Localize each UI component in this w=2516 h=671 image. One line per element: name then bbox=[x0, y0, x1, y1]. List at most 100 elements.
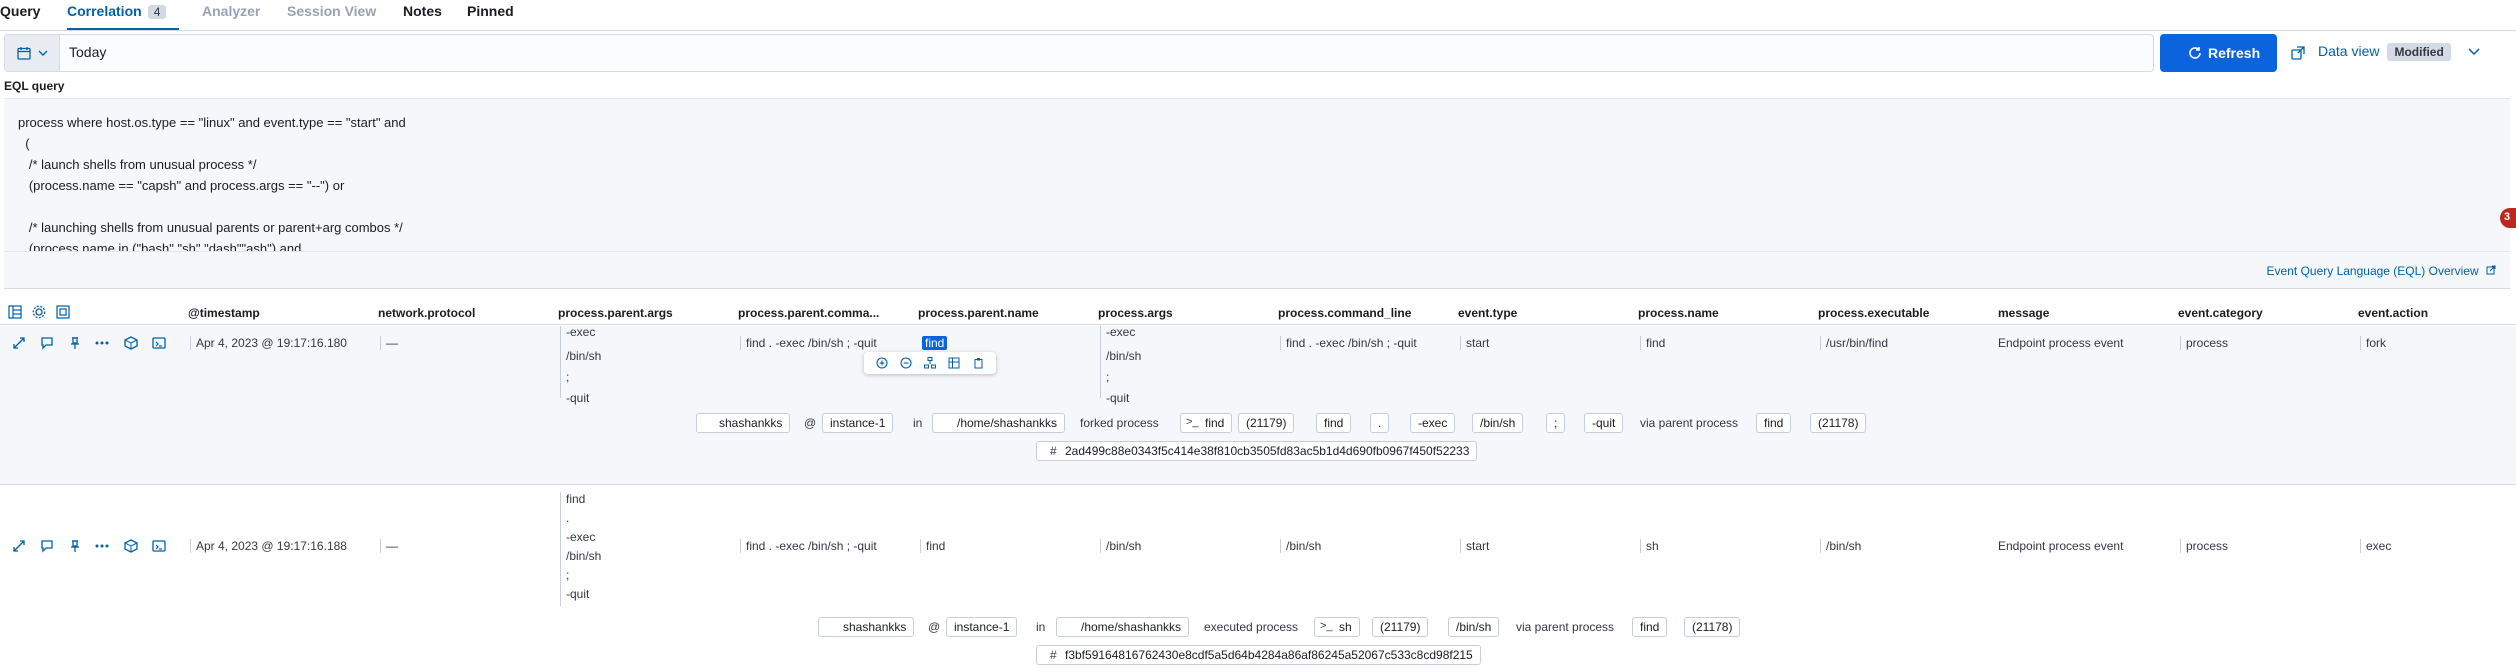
process-arg-chip[interactable]: find bbox=[1316, 413, 1352, 433]
gear-icon[interactable] bbox=[32, 305, 46, 319]
process-hash-chip[interactable]: 2ad499c88e0343f5c414e38f810cb3505fd83ac5… bbox=[1036, 441, 1478, 461]
cell-event-action[interactable]: exec bbox=[2360, 539, 2391, 553]
column-header-process-command-line[interactable]: process.command_line bbox=[1278, 306, 1411, 320]
full-screen-icon[interactable] bbox=[56, 305, 70, 319]
cell-process-name[interactable]: find bbox=[1640, 336, 1665, 350]
cell-timestamp[interactable]: Apr 4, 2023 @ 19:17:16.180 bbox=[190, 336, 347, 350]
host-name-chip[interactable]: instance-1 bbox=[946, 617, 1018, 637]
date-picker[interactable]: Today bbox=[4, 34, 2154, 72]
filter-in-icon[interactable] bbox=[876, 357, 888, 369]
process-arg-chip[interactable]: /bin/sh bbox=[1448, 617, 1500, 637]
process-arg-chip[interactable]: . bbox=[1370, 413, 1390, 433]
expand-icon[interactable] bbox=[12, 336, 26, 350]
cell-process-parent-args[interactable]: find . -exec /bin/sh ; -quit bbox=[560, 492, 601, 606]
column-header-timestamp[interactable]: @timestamp bbox=[188, 306, 260, 320]
cell-event-action[interactable]: fork bbox=[2360, 336, 2386, 350]
process-arg-chip[interactable]: ; bbox=[1546, 413, 1566, 433]
cell-timestamp[interactable]: Apr 4, 2023 @ 19:17:16.188 bbox=[190, 539, 347, 553]
fields-browser-icon[interactable] bbox=[8, 305, 22, 319]
eql-line: /* launch shells from unusual process */ bbox=[18, 157, 257, 172]
parent-pid-chip[interactable]: (21178) bbox=[1810, 413, 1867, 433]
cell-process-name[interactable]: sh bbox=[1640, 539, 1659, 553]
column-header-network-protocol[interactable]: network.protocol bbox=[378, 306, 475, 320]
data-view-button[interactable]: Data view Modified bbox=[2318, 43, 2451, 61]
cell-process-executable[interactable]: /usr/bin/find bbox=[1820, 336, 1888, 350]
column-header-message[interactable]: message bbox=[1998, 306, 2049, 320]
chevron-down-icon[interactable] bbox=[2468, 47, 2480, 56]
cell-process-parent-command[interactable]: find . -exec /bin/sh ; -quit bbox=[740, 336, 877, 350]
cell-process-parent-command[interactable]: find . -exec /bin/sh ; -quit bbox=[740, 539, 877, 553]
cell-process-command-line[interactable]: /bin/sh bbox=[1280, 539, 1321, 553]
toggle-column-icon[interactable] bbox=[948, 357, 960, 369]
quick-menu-button[interactable] bbox=[5, 35, 60, 71]
tab-correlation[interactable]: Correlation 4 bbox=[67, 3, 167, 19]
column-header-process-parent-args[interactable]: process.parent.args bbox=[558, 306, 673, 320]
tab-query[interactable]: Query bbox=[0, 3, 40, 19]
more-actions-icon[interactable] bbox=[94, 336, 110, 350]
comment-icon[interactable] bbox=[40, 336, 54, 350]
process-pid-chip[interactable]: (21179) bbox=[1238, 413, 1295, 433]
column-header-event-type[interactable]: event.type bbox=[1458, 306, 1517, 320]
cell-event-category[interactable]: process bbox=[2180, 539, 2228, 553]
cell-process-parent-args[interactable]: -exec /bin/sh ; -quit bbox=[560, 326, 601, 405]
parent-process-chip[interactable]: find bbox=[1756, 413, 1792, 433]
cell-message[interactable]: Endpoint process event bbox=[1998, 336, 2123, 350]
column-header-process-executable[interactable]: process.executable bbox=[1818, 306, 1929, 320]
comment-icon[interactable] bbox=[40, 539, 54, 553]
at-text: @ bbox=[928, 620, 941, 634]
eql-line: ( bbox=[18, 136, 30, 151]
cell-event-type[interactable]: start bbox=[1460, 539, 1489, 553]
eql-query-editor[interactable]: process where host.os.type == "linux" an… bbox=[4, 98, 2510, 252]
working-directory-chip[interactable]: /home/shashankks bbox=[1056, 617, 1190, 637]
user-name-chip[interactable]: shashankks bbox=[696, 413, 791, 433]
column-header-process-name[interactable]: process.name bbox=[1638, 306, 1719, 320]
filter-out-icon[interactable] bbox=[900, 357, 912, 369]
cell-process-parent-name[interactable]: find bbox=[917, 336, 948, 350]
cell-network-protocol[interactable]: — bbox=[380, 336, 398, 350]
cell-process-command-line[interactable]: find . -exec /bin/sh ; -quit bbox=[1280, 336, 1417, 350]
tab-notes[interactable]: Notes bbox=[403, 3, 442, 19]
working-directory-chip[interactable]: /home/shashankks bbox=[932, 413, 1066, 433]
arg-value: . bbox=[566, 511, 570, 525]
cell-message[interactable]: Endpoint process event bbox=[1998, 539, 2123, 553]
cell-process-parent-name[interactable]: find bbox=[920, 539, 945, 553]
process-hash-chip[interactable]: f3bf59164816762430e8cdf5a5d64b4284a86af8… bbox=[1036, 645, 1481, 665]
host-name-chip[interactable]: instance-1 bbox=[822, 413, 894, 433]
error-count-badge[interactable]: 3 bbox=[2500, 208, 2516, 228]
column-header-event-action[interactable]: event.action bbox=[2358, 306, 2428, 320]
process-arg-chip[interactable]: /bin/sh bbox=[1472, 413, 1524, 433]
tab-pinned[interactable]: Pinned bbox=[467, 3, 514, 19]
parent-process-chip[interactable]: find bbox=[1632, 617, 1668, 637]
more-actions-icon[interactable] bbox=[94, 539, 110, 553]
refresh-icon bbox=[2189, 47, 2201, 59]
cell-network-protocol[interactable]: — bbox=[380, 539, 398, 553]
eql-overview-link[interactable]: Event Query Language (EQL) Overview bbox=[2267, 264, 2496, 278]
process-arg-chip[interactable]: -exec bbox=[1410, 413, 1456, 433]
cell-event-category[interactable]: process bbox=[2180, 336, 2228, 350]
refresh-button[interactable]: Refresh bbox=[2160, 34, 2277, 72]
column-header-process-parent-command[interactable]: process.parent.comma... bbox=[738, 306, 879, 320]
pin-icon[interactable] bbox=[68, 336, 82, 350]
expand-icon[interactable] bbox=[12, 539, 26, 553]
cell-process-args[interactable]: -exec /bin/sh ; -quit bbox=[1100, 326, 1141, 405]
process-arg-chip[interactable]: -quit bbox=[1584, 413, 1624, 433]
analyze-event-icon[interactable] bbox=[124, 336, 138, 350]
tab-session-view[interactable]: Session View bbox=[287, 3, 376, 19]
cell-event-type[interactable]: start bbox=[1460, 336, 1489, 350]
pin-icon[interactable] bbox=[68, 539, 82, 553]
cell-process-args[interactable]: /bin/sh bbox=[1100, 539, 1141, 553]
column-header-process-args[interactable]: process.args bbox=[1098, 306, 1173, 320]
session-view-icon[interactable] bbox=[152, 336, 166, 350]
session-view-icon[interactable] bbox=[152, 539, 166, 553]
column-header-event-category[interactable]: event.category bbox=[2178, 306, 2263, 320]
cell-process-executable[interactable]: /bin/sh bbox=[1820, 539, 1861, 553]
data-view-icon bbox=[2291, 46, 2305, 60]
analyze-event-icon[interactable] bbox=[124, 539, 138, 553]
copy-icon[interactable] bbox=[972, 357, 984, 369]
process-pid-chip[interactable]: (21179) bbox=[1372, 617, 1429, 637]
add-to-timeline-icon[interactable] bbox=[924, 357, 936, 369]
user-name-chip[interactable]: shashankks bbox=[818, 617, 915, 637]
tab-analyzer[interactable]: Analyzer bbox=[202, 3, 260, 19]
column-header-process-parent-name[interactable]: process.parent.name bbox=[918, 306, 1039, 320]
parent-pid-chip[interactable]: (21178) bbox=[1684, 617, 1741, 637]
